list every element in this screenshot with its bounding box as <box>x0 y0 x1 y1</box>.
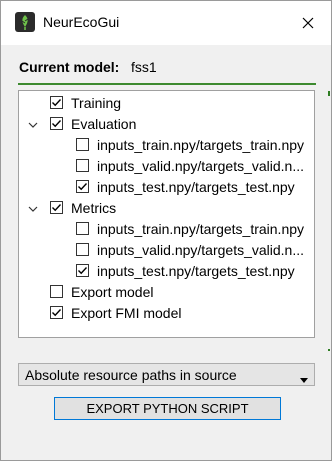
tree-item-export-fmi-model[interactable]: Export FMI model <box>19 303 314 324</box>
tree-item-evaluation[interactable]: Evaluation <box>19 114 314 135</box>
tree-item-label: Metrics <box>71 200 117 216</box>
export-fmi-model-checkbox[interactable] <box>50 306 63 319</box>
tree-item-export-model[interactable]: Export model <box>19 282 314 303</box>
tree-item-metrics-train[interactable]: inputs_train.npy/targets_train.npy <box>19 219 314 240</box>
tree-item-label: inputs_test.npy/targets_test.npy <box>97 179 295 195</box>
tree-item-evaluation-train[interactable]: inputs_train.npy/targets_train.npy <box>19 135 314 156</box>
evaluation-test-checkbox[interactable] <box>76 180 89 193</box>
evaluation-train-checkbox[interactable] <box>76 138 89 151</box>
export-model-checkbox[interactable] <box>50 285 63 298</box>
tree-item-metrics-valid[interactable]: inputs_valid.npy/targets_valid.n... <box>19 240 314 261</box>
tree-item-label: Evaluation <box>71 116 137 132</box>
tree-item-label: Export FMI model <box>71 305 182 321</box>
tree-item-evaluation-test[interactable]: inputs_test.npy/targets_test.npy <box>19 177 314 198</box>
window-edge-marks <box>326 91 331 351</box>
check-icon <box>52 204 62 212</box>
close-icon <box>302 17 314 29</box>
resource-paths-select[interactable]: Absolute resource paths in source <box>18 363 315 386</box>
window-title: NeurEcoGui <box>43 14 120 30</box>
check-icon <box>52 309 62 317</box>
export-options-tree[interactable]: Training Evaluation inputs_train.npy/tar… <box>18 90 315 338</box>
evaluation-valid-checkbox[interactable] <box>76 159 89 172</box>
training-checkbox[interactable] <box>50 96 63 109</box>
tree-item-label: inputs_test.npy/targets_test.npy <box>97 263 295 279</box>
check-icon <box>52 120 62 128</box>
app-window: NeurEcoGui Current model: fss1 Training <box>0 0 332 461</box>
tree-item-training[interactable]: Training <box>19 93 314 114</box>
tree-item-label: inputs_train.npy/targets_train.npy <box>97 137 305 153</box>
check-icon <box>78 267 88 275</box>
neurecogui-logo-icon <box>15 12 35 32</box>
metrics-test-checkbox[interactable] <box>76 264 89 277</box>
chevron-down-icon[interactable] <box>27 202 39 214</box>
current-model-label: Current model: <box>19 59 120 75</box>
export-python-script-button[interactable]: EXPORT PYTHON SCRIPT <box>54 397 281 420</box>
tree-item-label: Export model <box>71 284 154 300</box>
tree-item-label: Training <box>71 95 122 111</box>
check-icon <box>52 99 62 107</box>
tree-item-evaluation-valid[interactable]: inputs_valid.npy/targets_valid.n... <box>19 156 314 177</box>
evaluation-checkbox[interactable] <box>50 117 63 130</box>
tree-item-metrics[interactable]: Metrics <box>19 198 314 219</box>
close-button[interactable] <box>294 9 322 37</box>
model-header: Current model: fss1 <box>1 45 331 87</box>
chevron-down-icon[interactable] <box>27 118 39 130</box>
metrics-valid-checkbox[interactable] <box>76 243 89 256</box>
tree-item-label: inputs_valid.npy/targets_valid.n... <box>97 242 305 258</box>
resource-paths-select-value: Absolute resource paths in source <box>25 367 237 383</box>
tree-item-metrics-test[interactable]: inputs_test.npy/targets_test.npy <box>19 261 314 282</box>
current-model-value: fss1 <box>131 59 157 75</box>
dropdown-arrow-icon <box>300 371 308 383</box>
metrics-checkbox[interactable] <box>50 201 63 214</box>
metrics-train-checkbox[interactable] <box>76 222 89 235</box>
tree-item-label: inputs_valid.npy/targets_valid.n... <box>97 158 305 174</box>
header-divider <box>18 83 316 85</box>
title-bar[interactable]: NeurEcoGui <box>1 1 331 45</box>
check-icon <box>78 183 88 191</box>
tree-item-label: inputs_train.npy/targets_train.npy <box>97 221 305 237</box>
